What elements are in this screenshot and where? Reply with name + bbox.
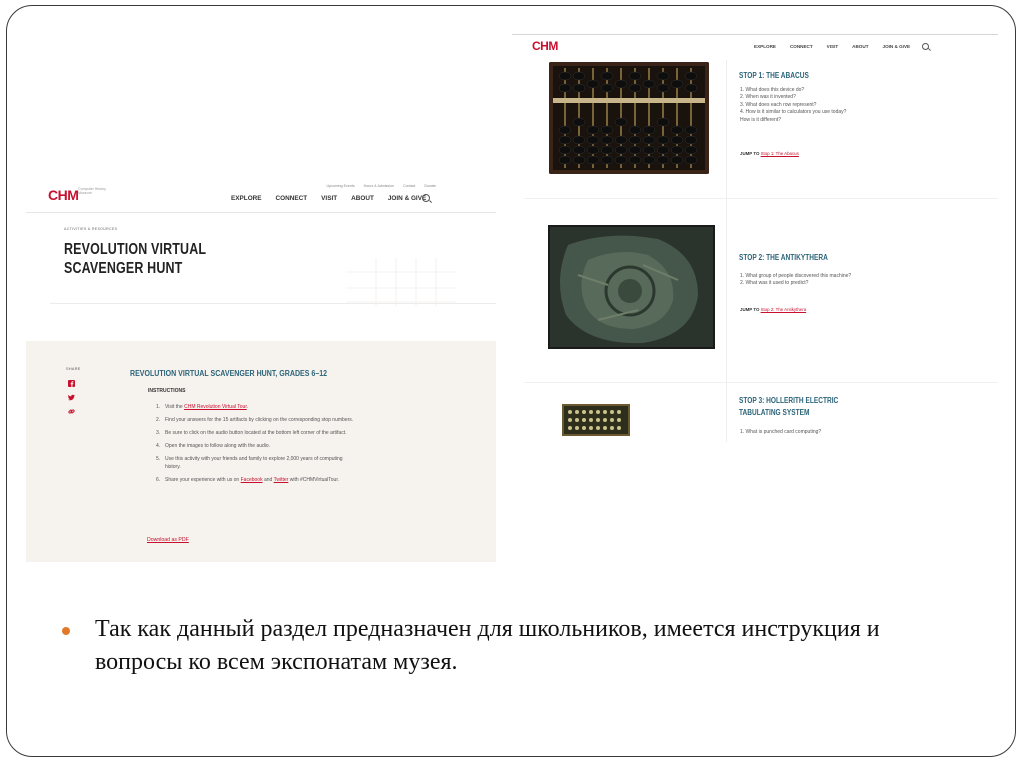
abacus-image[interactable] (549, 62, 709, 174)
stop-2-title: STOP 2: THE ANTIKYTHERA (739, 253, 828, 262)
section-divider (524, 382, 998, 383)
jump-stop-2-link[interactable]: Stop 2: The Antikythera (761, 307, 807, 312)
nav-explore[interactable]: EXPLORE (231, 195, 262, 202)
antikythera-image[interactable] (548, 225, 715, 349)
list-item: 2. When was it invented? (740, 94, 796, 101)
list-item: 6. Share your experience with us on Faceb… (156, 477, 340, 483)
list-item: 1. What is punched card computing? (740, 429, 822, 435)
decorative-grid-pattern (346, 258, 456, 306)
nav-join-give[interactable]: JOIN & GIVE (388, 195, 426, 202)
link-icon[interactable] (68, 408, 75, 415)
page-title: REVOLUTION VIRTUAL SCAVENGER HUNT (64, 241, 206, 277)
nav-connect[interactable]: CONNECT (790, 44, 813, 49)
jump-stop-1-link[interactable]: Stop 1: The Abacus (761, 151, 799, 156)
utility-link-donate[interactable]: Donate (424, 184, 436, 188)
stop-1-jump: JUMP TO Stop 1: The Abacus (740, 151, 799, 156)
chm-logo[interactable]: CHM (48, 187, 79, 203)
list-item: 2. Find your answers for the 15 artifacts… (156, 417, 354, 423)
twitter-link[interactable]: Twitter (274, 477, 289, 483)
instructions-label: INSTRUCTIONS (148, 388, 186, 394)
list-item: 4. Open the images to follow along with t… (156, 443, 271, 449)
breadcrumb[interactable]: ACTIVITIES & RESOURCES (64, 227, 117, 231)
stops-page-screenshot: CHM EXPLORE CONNECT VISIT ABOUT JOIN & G… (512, 30, 998, 445)
stop-3-questions: 1. What is punched card computing? (740, 429, 940, 436)
section-divider (524, 198, 998, 199)
hollerith-image[interactable] (562, 404, 630, 436)
column-divider (726, 60, 727, 442)
twitter-icon[interactable] (68, 394, 75, 401)
browser-top-border (512, 34, 998, 35)
list-item: 1. What does this device do? (740, 87, 805, 93)
chm-logo[interactable]: CHM (532, 39, 558, 53)
facebook-link[interactable]: Facebook (241, 477, 263, 483)
nav-connect[interactable]: CONNECT (276, 195, 308, 202)
utility-nav: Upcoming Events Hours & Admission Contac… (326, 184, 436, 188)
slide-bullet-text: Так как данный раздел предназначен для ш… (95, 616, 880, 675)
header-divider (50, 303, 496, 304)
section-heading: REVOLUTION VIRTUAL SCAVENGER HUNT, GRADE… (130, 368, 328, 378)
list-item: How is it different? (740, 116, 782, 123)
content-panel: SHARE REVOLUTION VIRTUAL SCAVENGER HUNT,… (26, 341, 496, 562)
scavenger-hunt-page-screenshot: CHM Computer History Museum Upcoming Eve… (26, 180, 496, 562)
nav-visit[interactable]: VISIT (321, 195, 337, 202)
virtual-tour-link[interactable]: CHM Revolution Virtual Tour (184, 404, 247, 410)
logo-subtitle: Computer History Museum (78, 187, 106, 195)
bullet-icon (62, 627, 70, 635)
list-item: 5. Use this activity with your friends an… (156, 456, 343, 470)
nav-about[interactable]: ABOUT (351, 195, 374, 202)
list-item: 2. What was it used to predict? (740, 280, 809, 287)
stop-2-questions: 1. What group of people discovered this … (740, 273, 940, 288)
stop-1-title: STOP 1: THE ABACUS (739, 71, 809, 80)
utility-link-events[interactable]: Upcoming Events (326, 184, 354, 188)
facebook-icon[interactable] (68, 380, 75, 387)
search-icon[interactable] (922, 43, 929, 50)
search-icon[interactable] (422, 194, 430, 202)
nav-explore[interactable]: EXPLORE (754, 44, 776, 49)
list-item: 1. Visit the CHM Revolution Virtual Tour. (156, 404, 249, 410)
stop-3-title: STOP 3: HOLLERITH ELECTRIC TABULATING SY… (739, 396, 839, 417)
site-header: CHM Computer History Museum Upcoming Eve… (26, 180, 496, 213)
stop-2-jump: JUMP TO Stop 2: The Antikythera (740, 307, 807, 312)
main-nav: EXPLORE CONNECT VISIT ABOUT JOIN & GIVE (231, 195, 426, 202)
instructions-list: 1. Visit the CHM Revolution Virtual Tour.… (156, 403, 356, 489)
list-item: 3. Be sure to click on the audio button l… (156, 430, 347, 436)
list-item: 4. How is it similar to calculators you … (740, 109, 847, 116)
nav-about[interactable]: ABOUT (852, 44, 868, 49)
share-label: SHARE (66, 367, 81, 371)
nav-visit[interactable]: VISIT (827, 44, 839, 49)
utility-link-contact[interactable]: Contact (403, 184, 415, 188)
stop-1-questions: 1. What does this device do? 2. When was… (740, 87, 940, 124)
list-item: 1. What group of people discovered this … (740, 273, 852, 279)
list-item: 3. What does each row represent? (740, 101, 817, 108)
download-pdf-link[interactable]: Download as PDF (147, 537, 189, 543)
nav-join-give[interactable]: JOIN & GIVE (883, 44, 911, 49)
main-nav: EXPLORE CONNECT VISIT ABOUT JOIN & GIVE (754, 44, 910, 49)
utility-link-hours[interactable]: Hours & Admission (364, 184, 394, 188)
